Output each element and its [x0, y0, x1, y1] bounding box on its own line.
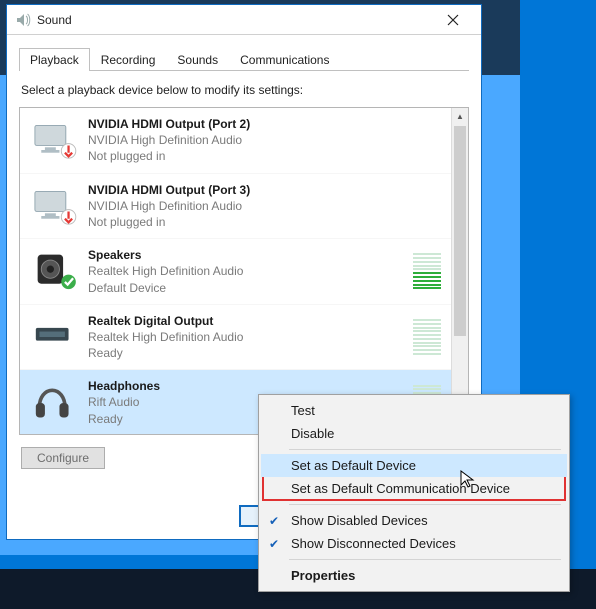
device-row[interactable]: Realtek Digital OutputRealtek High Defin… — [20, 305, 451, 371]
device-status: Default Device — [88, 280, 403, 296]
menu-item[interactable]: Set as Default Communication Device — [261, 477, 567, 500]
menu-separator — [289, 559, 561, 560]
menu-item-label: Disable — [291, 426, 334, 441]
device-name: NVIDIA HDMI Output (Port 2) — [88, 116, 441, 132]
device-row[interactable]: SpeakersRealtek High Definition AudioDef… — [20, 239, 451, 305]
tab-sounds[interactable]: Sounds — [166, 48, 229, 71]
menu-item[interactable]: Test — [261, 399, 567, 422]
menu-item[interactable]: ✔ Show Disabled Devices — [261, 509, 567, 532]
tab-recording[interactable]: Recording — [90, 48, 167, 71]
menu-item-label: Set as Default Device — [291, 458, 416, 473]
device-desc: Realtek High Definition Audio — [88, 263, 403, 279]
menu-item[interactable]: ✔ Show Disconnected Devices — [261, 532, 567, 555]
device-desc: NVIDIA High Definition Audio — [88, 132, 441, 148]
menu-item-label: Properties — [291, 568, 355, 583]
menu-item-label: Test — [291, 403, 315, 418]
scroll-up-icon[interactable]: ▲ — [452, 108, 468, 125]
device-desc: Realtek High Definition Audio — [88, 329, 403, 345]
window-title: Sound — [37, 13, 433, 27]
device-info: Realtek Digital OutputRealtek High Defin… — [88, 313, 403, 362]
check-icon: ✔ — [269, 537, 279, 551]
monitor-icon — [30, 120, 78, 160]
device-status: Not plugged in — [88, 148, 441, 164]
device-info: NVIDIA HDMI Output (Port 2)NVIDIA High D… — [88, 116, 441, 165]
menu-item[interactable]: Set as Default Device — [261, 454, 567, 477]
tab-communications[interactable]: Communications — [229, 48, 340, 71]
device-info: NVIDIA HDMI Output (Port 3)NVIDIA High D… — [88, 182, 441, 231]
device-name: Speakers — [88, 247, 403, 263]
menu-item-label: Show Disconnected Devices — [291, 536, 456, 551]
device-row[interactable]: NVIDIA HDMI Output (Port 3)NVIDIA High D… — [20, 174, 451, 240]
device-name: Realtek Digital Output — [88, 313, 403, 329]
configure-button[interactable]: Configure — [21, 447, 105, 469]
menu-separator — [289, 449, 561, 450]
sound-icon — [15, 12, 31, 28]
device-listbox: NVIDIA HDMI Output (Port 2)NVIDIA High D… — [19, 107, 469, 435]
headphones-icon — [30, 383, 78, 423]
tab-bar: PlaybackRecordingSoundsCommunications — [19, 47, 469, 71]
menu-separator — [289, 504, 561, 505]
tab-playback[interactable]: Playback — [19, 48, 90, 71]
check-icon: ✔ — [269, 514, 279, 528]
close-button[interactable] — [433, 6, 473, 34]
instruction-text: Select a playback device below to modify… — [21, 83, 467, 97]
monitor-icon — [30, 186, 78, 226]
scroll-thumb[interactable] — [454, 126, 466, 336]
digital-icon — [30, 317, 78, 357]
device-status: Not plugged in — [88, 214, 441, 230]
level-meter — [413, 253, 441, 289]
device-name: Headphones — [88, 378, 403, 394]
menu-item[interactable]: Disable — [261, 422, 567, 445]
context-menu: Test Disable Set as Default Device Set as D… — [258, 394, 570, 592]
menu-item-label: Set as Default Communication Device — [291, 481, 510, 496]
device-status: Ready — [88, 345, 403, 361]
device-row[interactable]: NVIDIA HDMI Output (Port 2)NVIDIA High D… — [20, 108, 451, 174]
scrollbar[interactable]: ▲ ▼ — [451, 108, 468, 434]
level-meter — [413, 319, 441, 355]
device-info: SpeakersRealtek High Definition AudioDef… — [88, 247, 403, 296]
device-desc: NVIDIA High Definition Audio — [88, 198, 441, 214]
titlebar[interactable]: Sound — [7, 5, 481, 35]
speaker-icon — [30, 251, 78, 291]
menu-item-label: Show Disabled Devices — [291, 513, 428, 528]
menu-item[interactable]: Properties — [261, 564, 567, 587]
device-name: NVIDIA HDMI Output (Port 3) — [88, 182, 441, 198]
